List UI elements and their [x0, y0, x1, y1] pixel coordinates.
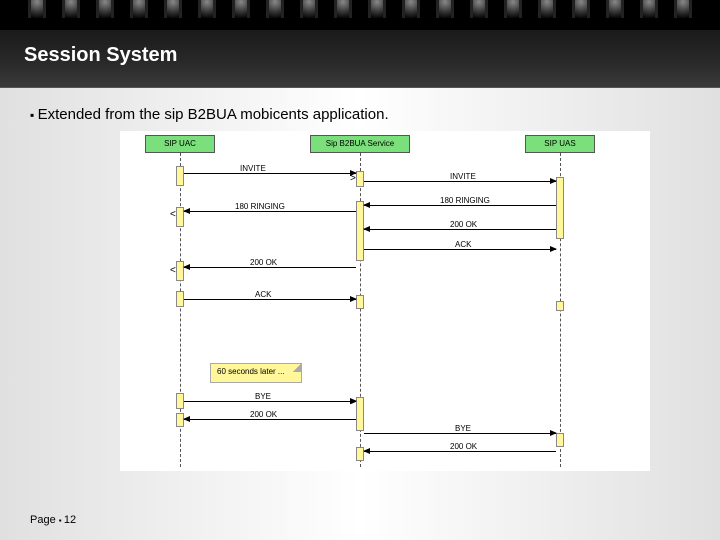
- message-arrow: [184, 173, 356, 174]
- message-arrow: [184, 401, 356, 402]
- activation-bar: [356, 397, 364, 431]
- slide-body: Extended from the sip B2BUA mobicents ap…: [0, 88, 720, 471]
- self-marker: <: [170, 265, 176, 276]
- message-arrow: [364, 433, 556, 434]
- message-label: BYE: [455, 424, 471, 433]
- message-label: 200 OK: [250, 258, 277, 267]
- message-label: INVITE: [240, 164, 266, 173]
- sequence-diagram: 60 seconds later ... SIP UAC Sip B2BUA Se…: [120, 131, 650, 471]
- message-label: 200 OK: [250, 410, 277, 419]
- message-label: 200 OK: [450, 220, 477, 229]
- page-footer: Page ▪ 12: [30, 514, 76, 526]
- self-marker: >: [350, 397, 356, 408]
- lifeline-head: SIP UAS: [525, 135, 595, 153]
- message-arrow: [364, 181, 556, 182]
- activation-bar: [356, 171, 364, 187]
- slide-title: Session System: [0, 30, 720, 88]
- message-label: 180 RINGING: [235, 202, 285, 211]
- footer-page-number: 12: [64, 514, 76, 526]
- diagram-note: 60 seconds later ...: [210, 363, 302, 383]
- message-arrow: [184, 419, 356, 420]
- message-label: INVITE: [450, 172, 476, 181]
- activation-bar: [556, 301, 564, 311]
- activation-bar: [556, 177, 564, 239]
- message-arrow: [364, 249, 556, 250]
- message-label: BYE: [255, 392, 271, 401]
- activation-bar: [176, 393, 184, 409]
- lifeline-head: SIP UAC: [145, 135, 215, 153]
- activation-bar: [176, 166, 184, 186]
- message-label: 180 RINGING: [440, 196, 490, 205]
- message-arrow: [364, 451, 556, 452]
- footer-label: Page: [30, 514, 56, 526]
- lifeline-head: Sip B2BUA Service: [310, 135, 410, 153]
- message-arrow: [364, 229, 556, 230]
- message-arrow: [184, 267, 356, 268]
- self-marker: <: [170, 209, 176, 220]
- bullet-text: Extended from the sip B2BUA mobicents ap…: [30, 106, 690, 123]
- activation-bar: [556, 433, 564, 447]
- message-label: ACK: [255, 290, 271, 299]
- message-label: ACK: [455, 240, 471, 249]
- spiral-binding: [0, 0, 720, 30]
- activation-bar: [356, 295, 364, 309]
- activation-bar: [176, 291, 184, 307]
- message-label: 200 OK: [450, 442, 477, 451]
- message-arrow: [184, 299, 356, 300]
- message-arrow: [364, 205, 556, 206]
- self-marker: >: [350, 173, 356, 184]
- message-arrow: [184, 211, 356, 212]
